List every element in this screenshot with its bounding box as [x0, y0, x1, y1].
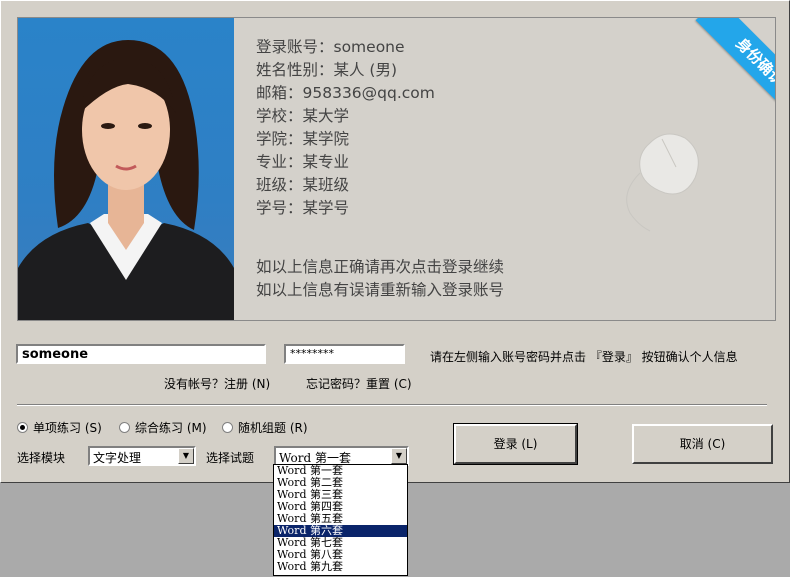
notice-wrong: 如以上信息有误请重新输入登录账号	[256, 281, 505, 299]
radio-random-quiz[interactable]: 随机组题 (R)	[222, 419, 308, 436]
mouse-icon	[626, 133, 699, 232]
module-value: 文字处理	[93, 451, 142, 465]
name-gender-line: 姓名性别：某人 (男)	[256, 61, 398, 79]
test-label: 选择试题	[206, 451, 255, 465]
confirm-notice: 如以上信息正确请再次点击登录继续 如以上信息有误请重新输入登录账号	[256, 256, 504, 302]
email-line: 邮箱：958336@qq.com	[256, 84, 435, 102]
chevron-down-icon[interactable]: ▼	[178, 448, 194, 464]
ribbon-label: 身份确认	[695, 18, 775, 127]
radio-label: 随机组题 (R)	[238, 421, 308, 435]
account-line: 登录账号：someone	[256, 38, 405, 56]
radio-comprehensive-practice[interactable]: 综合练习 (M)	[119, 419, 207, 436]
college-line: 学院：某学院	[256, 130, 350, 148]
radio-label: 综合练习 (M)	[135, 421, 207, 435]
profile-photo	[18, 18, 234, 320]
portrait-image	[18, 40, 234, 320]
student-id-line: 学号：某学号	[256, 199, 350, 217]
class-line: 班级：某班级	[256, 176, 350, 194]
radio-unchecked-icon	[119, 422, 130, 433]
password-input[interactable]: ********	[284, 344, 405, 364]
notice-correct: 如以上信息正确请再次点击登录继续	[256, 258, 505, 276]
radio-checked-icon	[17, 422, 28, 433]
login-instruction: 请在左侧输入账号密码并点击 『登录』 按钮确认个人信息	[430, 350, 738, 364]
radio-single-practice[interactable]: 单项练习 (S)	[17, 419, 102, 436]
forgot-password-link[interactable]: 忘记密码？重置 (C)	[306, 375, 412, 392]
radio-label: 单项练习 (S)	[33, 421, 102, 435]
login-dialog: 登录账号：someone 姓名性别：某人 (男) 邮箱：958336@qq.co…	[0, 0, 790, 483]
module-select[interactable]: 文字处理 ▼	[88, 446, 196, 466]
chevron-down-icon[interactable]: ▼	[391, 448, 407, 464]
register-link[interactable]: 没有帐号？注册 (N)	[164, 375, 270, 392]
dropdown-option[interactable]: Word 第九套	[274, 561, 407, 573]
module-label: 选择模块	[17, 451, 66, 465]
identity-ribbon: 身份确认	[665, 18, 775, 128]
divider	[17, 404, 767, 406]
school-line: 学校：某大学	[256, 107, 350, 125]
test-select[interactable]: Word 第一套 ▼	[274, 446, 409, 466]
identity-panel: 登录账号：someone 姓名性别：某人 (男) 邮箱：958336@qq.co…	[17, 17, 776, 321]
username-input[interactable]: someone	[16, 344, 266, 364]
major-line: 专业：某专业	[256, 153, 350, 171]
cancel-button[interactable]: 取消 (C)	[632, 424, 773, 464]
login-button[interactable]: 登录 (L)	[453, 423, 578, 465]
profile-info: 登录账号：someone 姓名性别：某人 (男) 邮箱：958336@qq.co…	[256, 36, 435, 220]
test-dropdown-list: Word 第一套 Word 第二套 Word 第三套 Word 第四套 Word…	[273, 464, 408, 576]
radio-unchecked-icon	[222, 422, 233, 433]
